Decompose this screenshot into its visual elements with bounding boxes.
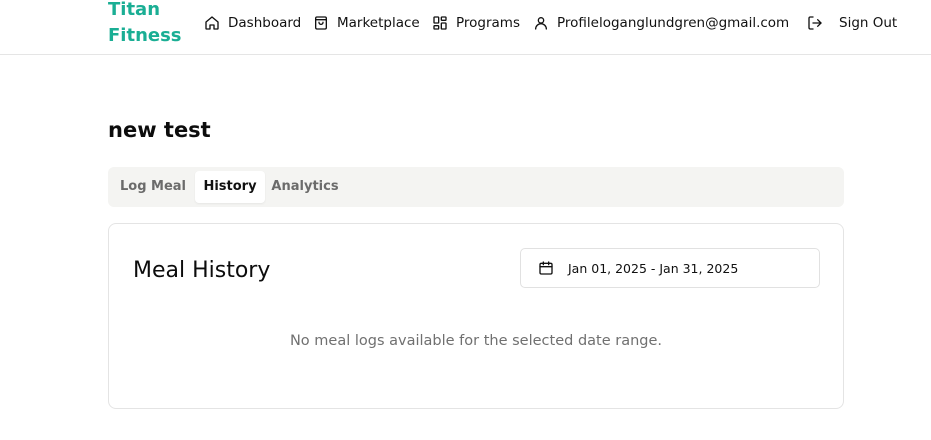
nav-programs-label: Programs [456,15,520,31]
brand-line-1: Titan [108,0,161,20]
sign-out-button[interactable]: Sign Out [807,13,897,33]
card-title: Meal History [133,258,271,283]
empty-state-message: No meal logs available for the selected … [289,333,663,349]
home-icon [205,16,219,30]
tab-list: Log Meal History Analytics [108,167,844,207]
nav-dashboard-label: Dashboard [228,15,302,31]
meal-history-card: Meal History Jan 01, 2025 - Jan 31, 2025… [108,223,844,409]
top-navbar: Titan Fitness Dashboard Marketplace Prog… [0,0,931,55]
calendar-icon [539,261,553,275]
nav-profile[interactable]: Profileloganglundgren@gmail.com [533,13,789,33]
sign-out-label: Sign Out [839,15,898,31]
nav-marketplace-label: Marketplace [337,15,420,31]
brand-logo[interactable]: Titan Fitness [108,0,182,49]
nav-programs[interactable]: Programs [432,13,520,33]
shopping-bag-icon [315,16,327,30]
nav-marketplace[interactable]: Marketplace [313,13,420,33]
brand-line-2: Fitness [108,25,182,46]
log-out-icon [808,16,822,30]
date-range-picker[interactable]: Jan 01, 2025 - Jan 31, 2025 [520,248,820,288]
page-title: new test [108,118,211,142]
nav-dashboard[interactable]: Dashboard [204,13,301,33]
tab-analytics[interactable]: Analytics [269,171,341,203]
grid-icon [433,16,447,30]
tab-log-meal[interactable]: Log Meal [117,171,189,203]
nav-profile-label: Profileloganglundgren@gmail.com [557,15,790,31]
user-icon [535,17,547,30]
tab-history[interactable]: History [195,171,265,203]
date-range-value: Jan 01, 2025 - Jan 31, 2025 [568,260,739,276]
